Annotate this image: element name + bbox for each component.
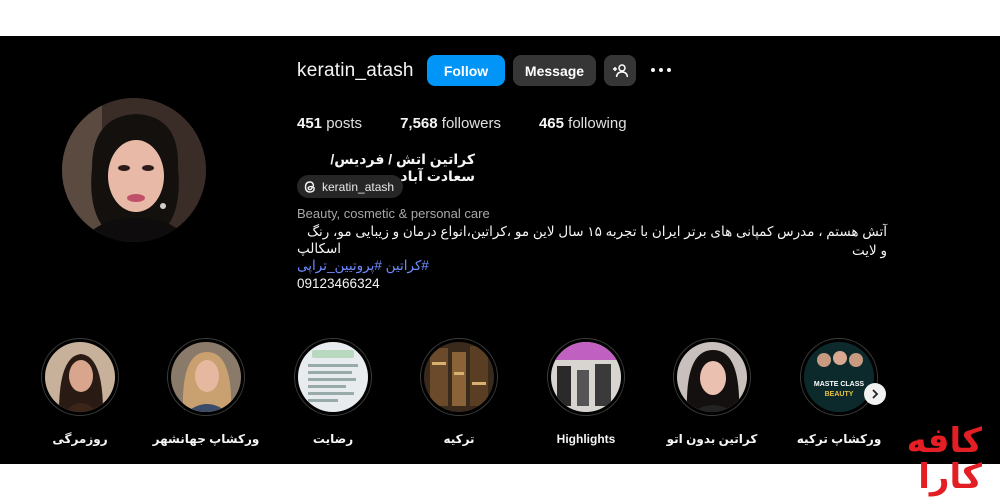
suggested-users-button[interactable] <box>604 55 636 86</box>
highlight-thumbnail <box>424 342 494 412</box>
highlight-item[interactable]: ترکیه <box>419 338 499 446</box>
chevron-right-icon <box>872 389 879 399</box>
profile-stats: 451 posts 7,568 followers 465 following <box>297 115 665 132</box>
cafe-kara-logo: کافه کارا <box>907 424 992 498</box>
follow-button[interactable]: Follow <box>427 55 505 86</box>
bio-text-line2: اسکالپ <box>297 241 342 256</box>
logo-text-bottom: کارا <box>918 458 982 496</box>
highlight-ring <box>167 338 245 416</box>
logo-text-top: کافه <box>906 422 982 460</box>
highlight-item[interactable]: ورکشاپ جهانشهر <box>153 338 259 446</box>
highlight-ring <box>294 338 372 416</box>
highlight-ring <box>673 338 751 416</box>
highlight-ring <box>547 338 625 416</box>
beauty-thumb-text: BEAUTY <box>825 391 854 398</box>
highlights-next-button[interactable] <box>864 383 886 405</box>
threads-badge[interactable]: keratin_atash <box>297 175 404 198</box>
highlight-thumbnail <box>45 342 115 412</box>
bio-hashtags[interactable]: #کراتین #پروتیین_تراپی <box>297 258 429 274</box>
highlight-thumbnail <box>171 342 241 412</box>
more-options-button[interactable] <box>647 61 675 79</box>
person-plus-icon <box>613 63 628 77</box>
highlight-thumbnail <box>298 342 368 412</box>
followers-stat[interactable]: 7,568 followers <box>400 115 501 132</box>
profile-panel: keratin_atash Follow Message 451 posts 7… <box>0 36 1000 464</box>
profile-category: Beauty, cosmetic & personal care <box>297 206 490 221</box>
profile-username[interactable]: keratin_atash <box>297 60 414 82</box>
highlight-thumbnail <box>677 342 747 412</box>
highlight-item[interactable]: MASTE CLASS BEAUTY ورکشاپ ترکیه <box>797 338 881 446</box>
following-stat[interactable]: 465 following <box>539 115 627 132</box>
bio-phone[interactable]: 09123466324 <box>297 276 380 291</box>
highlight-label: روزمرگی <box>52 432 108 446</box>
highlight-label: ورکشاپ جهانشهر <box>152 432 260 446</box>
highlight-item[interactable]: روزمرگی <box>40 338 120 446</box>
highlight-ring <box>420 338 498 416</box>
masterclass-thumb-text: MASTE CLASS <box>814 381 865 388</box>
highlight-item[interactable]: کراتین بدون اتو <box>667 338 757 446</box>
posts-stat[interactable]: 451 posts <box>297 115 362 132</box>
highlight-label: رضایت <box>312 432 354 446</box>
threads-icon <box>304 180 315 193</box>
more-dots-icon <box>651 68 655 72</box>
avatar-photo <box>62 98 206 242</box>
highlight-item[interactable]: Highlights <box>546 338 626 446</box>
bio-text: آتش هستم ، مدرس کمپانی های برتر ایران با… <box>306 224 887 258</box>
highlight-label: کراتین بدون اتو <box>666 432 758 446</box>
highlight-label: ترکیه <box>443 432 475 446</box>
highlight-thumbnail: MASTE CLASS BEAUTY <box>804 342 874 412</box>
highlight-ring: MASTE CLASS BEAUTY <box>800 338 878 416</box>
highlight-ring <box>41 338 119 416</box>
profile-avatar[interactable] <box>62 98 206 242</box>
highlight-thumbnail <box>551 342 621 412</box>
highlight-label: ورکشاپ ترکیه <box>796 432 882 446</box>
message-button[interactable]: Message <box>513 55 596 86</box>
highlight-label: Highlights <box>556 432 616 446</box>
highlight-item[interactable]: رضایت <box>293 338 373 446</box>
threads-handle: keratin_atash <box>322 179 395 194</box>
